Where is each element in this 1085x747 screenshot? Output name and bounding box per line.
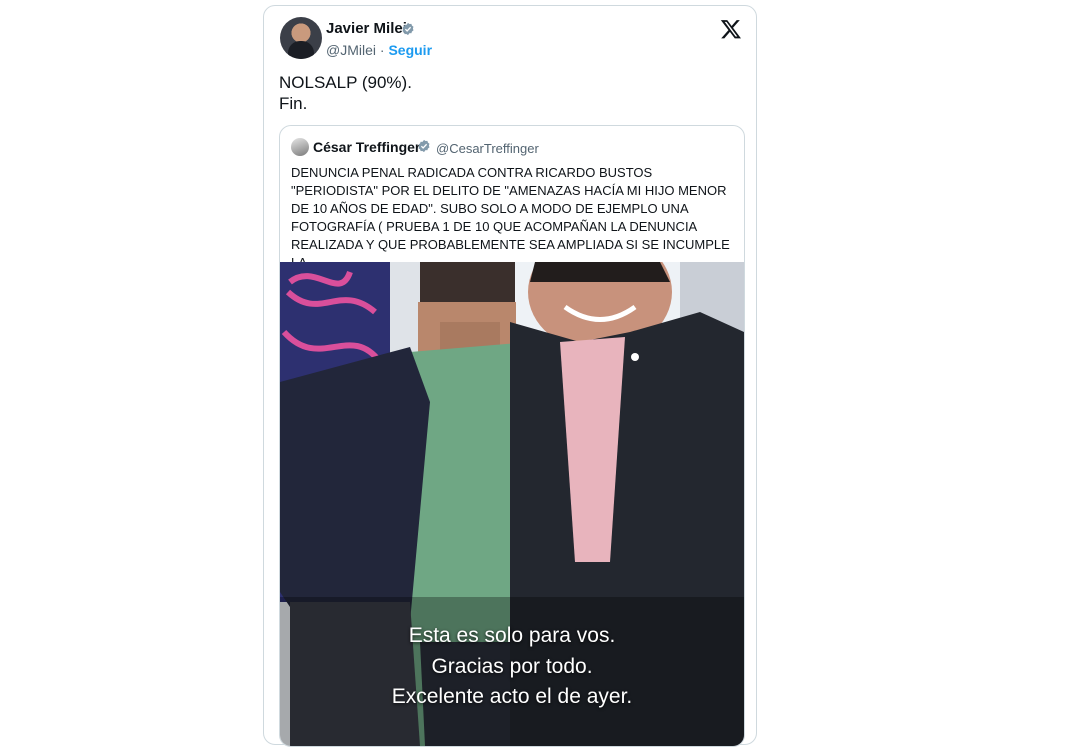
quote-author-avatar[interactable] <box>291 138 309 156</box>
tweet-text: NOLSALP (90%). Fin. <box>279 73 412 113</box>
quote-author-handle[interactable]: @CesarTreffinger <box>436 141 539 156</box>
x-logo-icon[interactable] <box>720 18 742 40</box>
follow-button[interactable]: Seguir <box>388 42 432 58</box>
author-name[interactable]: Javier Milei <box>326 20 407 37</box>
quote-author-name[interactable]: César Treffinger <box>313 139 420 155</box>
author-handle-line: @JMilei · Seguir <box>326 42 432 58</box>
quoted-tweet[interactable]: César Treffinger @CesarTreffinger DENUNC… <box>279 125 745 747</box>
verified-badge-icon <box>418 139 430 153</box>
author-handle[interactable]: @JMilei <box>326 42 376 58</box>
photo-caption-line-2: Gracias por todo. <box>431 655 593 678</box>
separator-dot: · <box>379 42 385 58</box>
quote-text: DENUNCIA PENAL RADICADA CONTRA RICARDO B… <box>291 165 730 270</box>
tweet-card: Javier Milei @JMilei · Seguir NOLSALP (9… <box>263 5 757 747</box>
photo-caption-line-3: Excelente acto el de ayer. <box>391 685 633 708</box>
quote-photo[interactable]: Esta es solo para vos. Gracias por todo.… <box>280 262 744 746</box>
author-avatar[interactable] <box>280 17 322 59</box>
verified-badge-icon <box>402 22 414 36</box>
photo-caption-line-1: Esta es solo para vos. <box>408 624 616 647</box>
